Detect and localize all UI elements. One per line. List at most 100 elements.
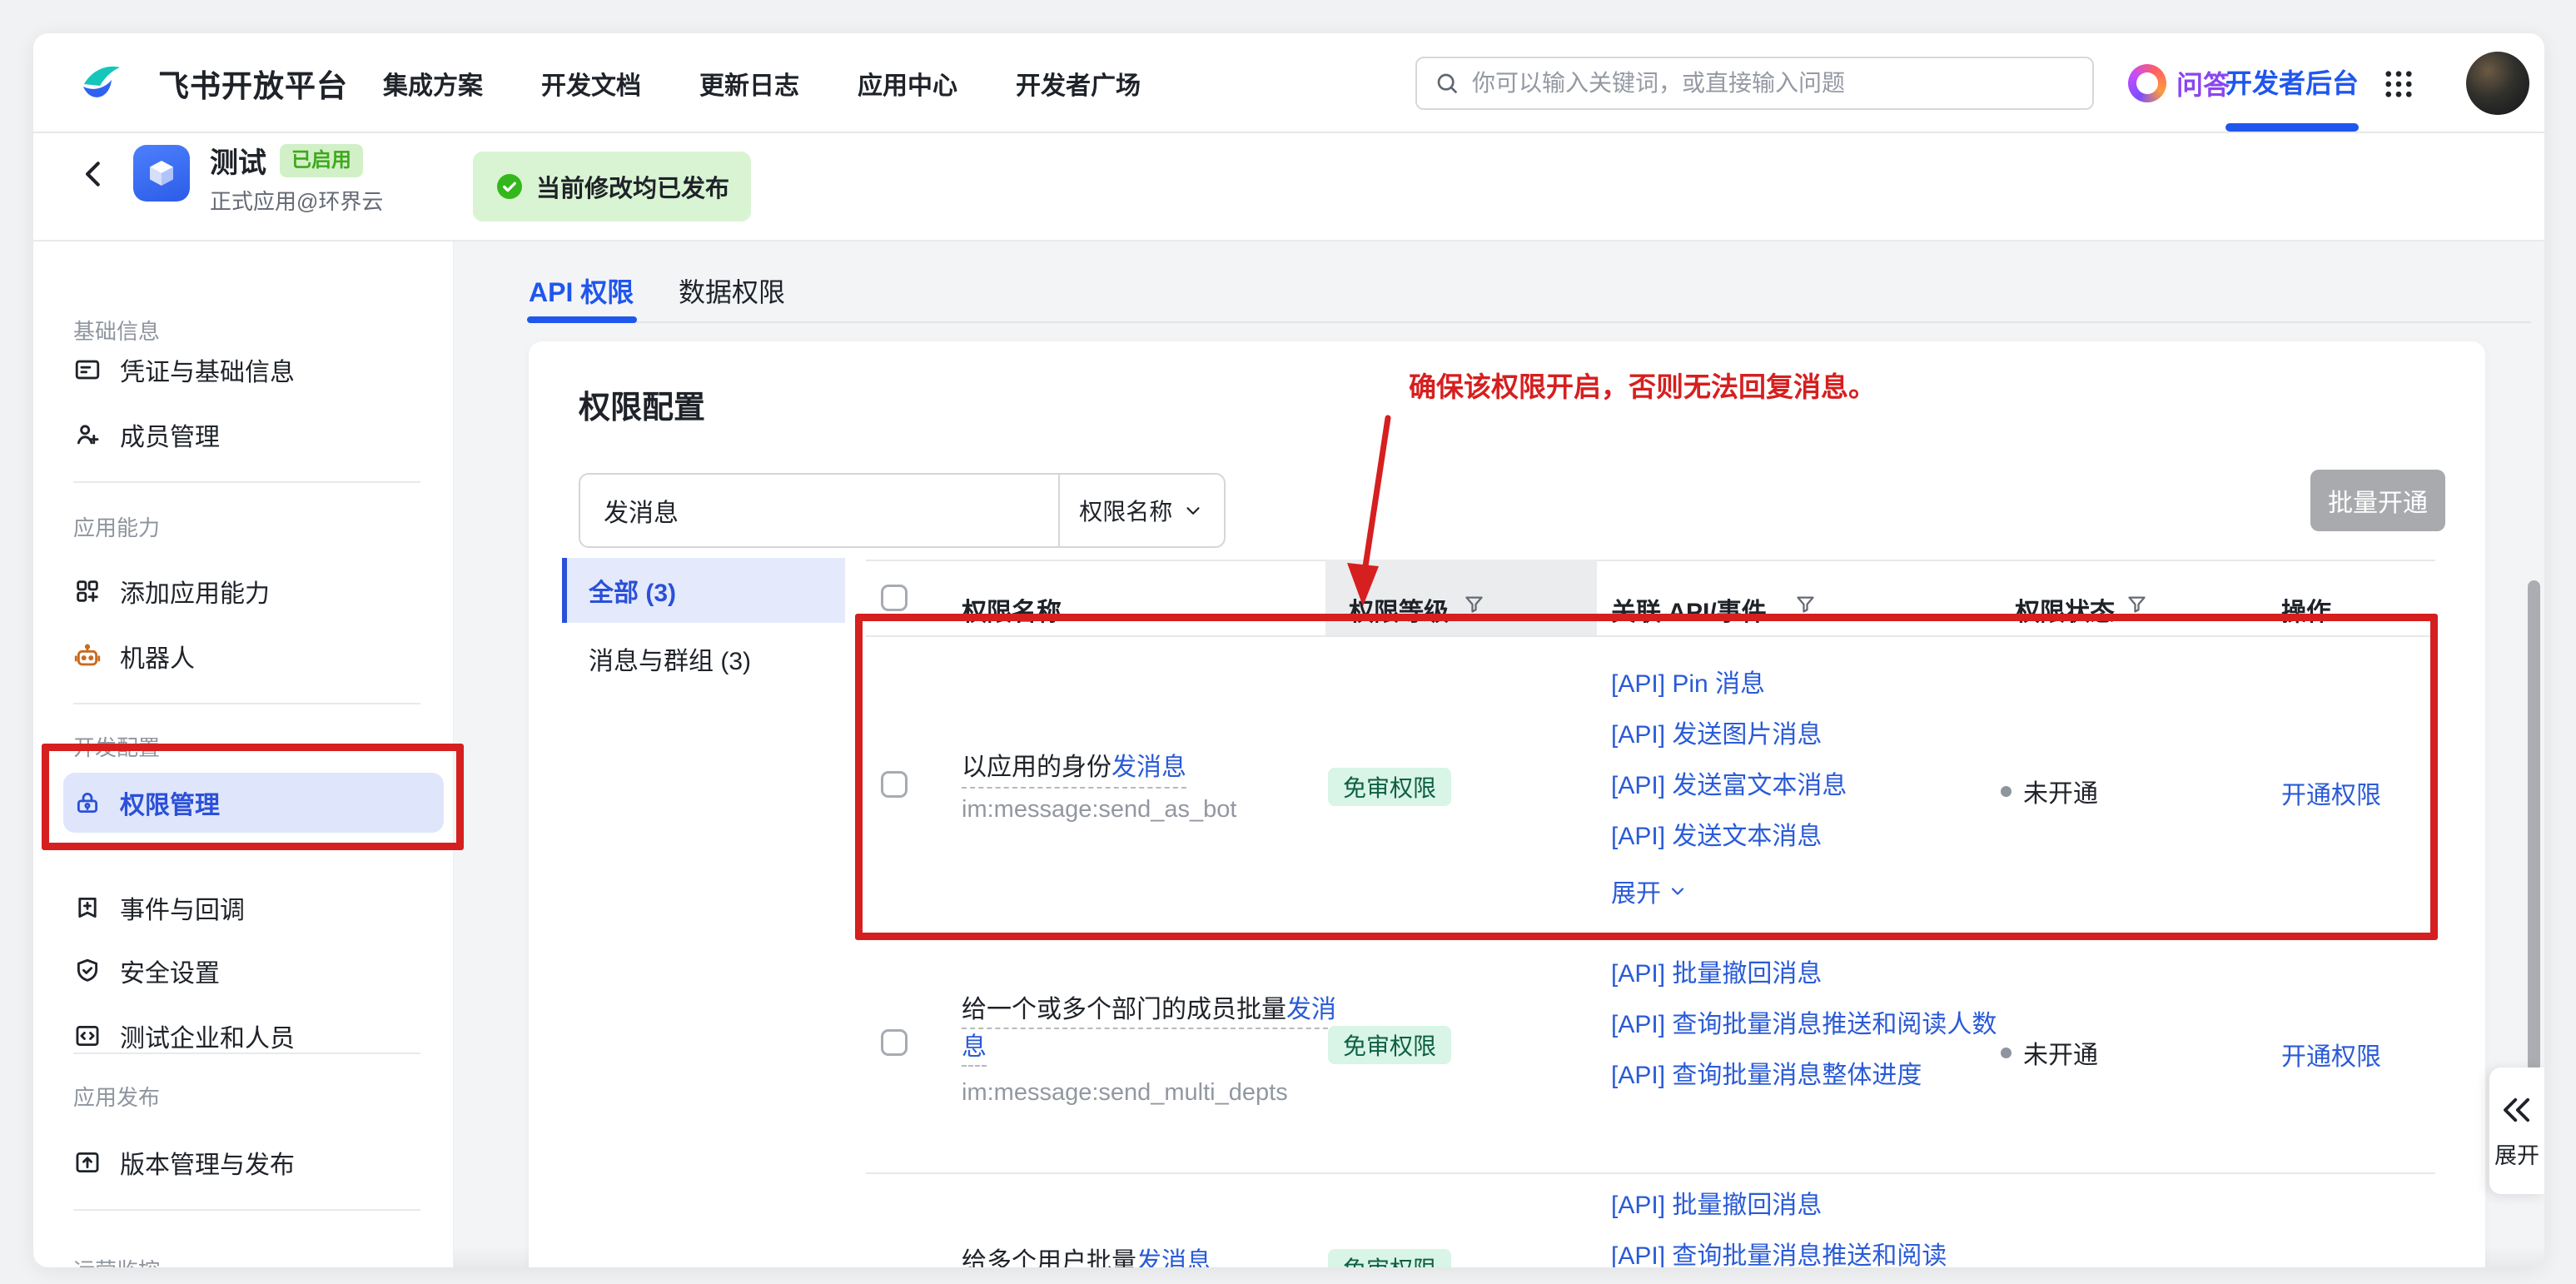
feishu-logo-icon[interactable] (77, 59, 125, 107)
sidebar: 基础信息 凭证与基础信息 成员管理 应用能力 添加应用能力 机器人 开发配置 权… (33, 241, 454, 1267)
permission-search-input[interactable] (580, 475, 1058, 546)
filter-icon[interactable] (1463, 593, 1485, 615)
table-top-border (866, 560, 2435, 561)
tab-api-permissions[interactable]: API 权限 (529, 271, 634, 310)
level-badge: 免审权限 (1328, 768, 1451, 806)
sidebar-item-version[interactable]: 版本管理与发布 (73, 1132, 295, 1192)
app-name: 测试 (210, 140, 266, 181)
code-brackets-icon (73, 1022, 102, 1050)
sidebar-item-label: 事件与回调 (120, 889, 245, 926)
expander-label: 展开 (2494, 1137, 2539, 1170)
expand-apis-link[interactable]: 展开 (1611, 873, 1688, 909)
permission-search: 权限名称 (579, 473, 1226, 548)
search-icon (1434, 70, 1460, 97)
permission-name-link[interactable]: 发消息 (1136, 1248, 1211, 1267)
sidebar-item-permissions[interactable]: 权限管理 (73, 773, 220, 833)
nav-link-docs[interactable]: 开发文档 (541, 65, 641, 102)
api-link[interactable]: [API] 发送图片消息 (1611, 719, 2002, 752)
permission-name-text: 以应用的身份 (962, 754, 1111, 781)
api-link[interactable]: [API] 批量撤回消息 (1611, 958, 2002, 991)
apps-grid-icon[interactable] (2381, 67, 2416, 102)
qa-gradient-icon[interactable] (2128, 64, 2166, 102)
sidebar-item-events[interactable]: 事件与回调 (73, 878, 245, 938)
row-divider (866, 1172, 2435, 1174)
row-divider (866, 933, 2435, 934)
filter-type-label: 权限名称 (1079, 494, 1172, 527)
api-link[interactable]: [API] 查询批量消息整体进度 (1611, 1059, 2002, 1092)
api-link-list: [API] 批量撤回消息 [API] 查询批量消息推送和阅读 (1611, 1189, 2002, 1267)
row-checkbox[interactable] (881, 771, 908, 798)
qa-link[interactable]: 问答 (2176, 33, 2230, 133)
row-checkbox[interactable] (881, 1029, 908, 1056)
sidebar-item-add-capability[interactable]: 添加应用能力 (73, 561, 270, 621)
sidebar-item-credentials[interactable]: 凭证与基础信息 (73, 340, 295, 400)
sidebar-item-label: 机器人 (120, 638, 195, 674)
col-header-name: 权限名称 (962, 591, 1062, 628)
back-icon[interactable] (78, 158, 110, 190)
enable-permission-link[interactable]: 开通权限 (2281, 1036, 2381, 1072)
enable-permission-link[interactable]: 开通权限 (2281, 774, 2381, 811)
annotation-text: 确保该权限开启，否则无法回复消息。 (1409, 365, 1876, 405)
api-link[interactable]: [API] 查询批量消息推送和阅读 (1611, 1240, 2002, 1267)
select-all-checkbox[interactable] (881, 585, 908, 611)
status-text: 未开通 (2023, 1034, 2098, 1071)
tab-data-permissions[interactable]: 数据权限 (679, 271, 785, 310)
col-header-apis: 关联 API/事件 (1611, 591, 1767, 628)
api-link[interactable]: [API] 发送文本消息 (1611, 820, 2002, 854)
developer-console-link[interactable]: 开发者后台 (2225, 33, 2359, 130)
api-link[interactable]: [API] 查询批量消息推送和阅读人数 (1611, 1008, 2002, 1042)
api-link[interactable]: [API] Pin 消息 (1611, 668, 2002, 701)
filter-type-select[interactable]: 权限名称 (1058, 475, 1224, 546)
permission-name-link[interactable]: 发消息 (1111, 754, 1186, 781)
sidebar-item-members[interactable]: 成员管理 (73, 405, 220, 465)
tab-active-underline (527, 316, 637, 323)
permission-name[interactable]: 给多个用户批量发消息 (962, 1248, 1211, 1267)
nav-link-app-center[interactable]: 应用中心 (858, 65, 957, 102)
nav-link-dev-plaza[interactable]: 开发者广场 (1016, 65, 1141, 102)
category-message-group[interactable]: 消息与群组 (3) (562, 626, 845, 691)
publish-banner-text: 当前修改均已发布 (536, 169, 729, 204)
sidebar-item-label: 测试企业和人员 (120, 1018, 295, 1054)
page-title: 权限配置 (579, 381, 705, 427)
divider (73, 1209, 420, 1211)
permission-name[interactable]: 给一个或多个部门的成员批量发消息 (962, 996, 1336, 1067)
sidebar-item-label: 添加应用能力 (120, 573, 270, 610)
category-all[interactable]: 全部 (3) (562, 558, 845, 623)
status-dot-icon (2001, 786, 2012, 797)
permission-name[interactable]: 以应用的身份发消息 (962, 754, 1186, 789)
search-input[interactable] (1472, 70, 2055, 97)
status-cell: 未开通 (2001, 1034, 2098, 1071)
user-avatar[interactable] (2466, 52, 2529, 115)
brand-title[interactable]: 飞书开放平台 (158, 33, 348, 133)
sidebar-item-label: 版本管理与发布 (120, 1144, 295, 1181)
sidebar-section-dev-config: 开发配置 (73, 731, 160, 762)
table-row-name: 给一个或多个部门的成员批量发消息 im:message:send_multi_d… (962, 991, 1336, 1107)
nav-link-changelog[interactable]: 更新日志 (699, 65, 799, 102)
sidebar-item-test-org[interactable]: 测试企业和人员 (73, 1006, 295, 1066)
sidebar-item-security[interactable]: 安全设置 (73, 941, 220, 1001)
category-label: 全部 (3) (589, 572, 676, 609)
sidebar-item-bot[interactable]: 机器人 (73, 626, 195, 686)
api-link-list: [API] Pin 消息 [API] 发送图片消息 [API] 发送富文本消息 … (1611, 668, 2002, 871)
shield-check-icon (73, 957, 102, 985)
permission-config-card: 权限配置 权限名称 批量开通 全部 (3) 消息与群组 (3) 权限名称 权限等… (529, 341, 2485, 1267)
browser-window: 飞书开放平台 集成方案 开发文档 更新日志 应用中心 开发者广场 问答 开发者后… (33, 33, 2544, 1267)
version-upload-icon (73, 1148, 102, 1177)
scrollbar-thumb[interactable] (2528, 580, 2540, 1072)
sidebar-section-capabilities: 应用能力 (73, 511, 160, 542)
lock-icon (73, 789, 102, 817)
nav-link-solutions[interactable]: 集成方案 (383, 65, 483, 102)
filter-icon[interactable] (1794, 593, 1817, 615)
api-link[interactable]: [API] 发送富文本消息 (1611, 769, 2002, 803)
table-header-border (866, 635, 2435, 637)
filter-icon[interactable] (2126, 593, 2148, 615)
permission-name-text: 给一个或多个部门的成员批量 (962, 996, 1286, 1023)
grid-plus-icon (73, 577, 102, 605)
sidebar-item-label: 安全设置 (120, 953, 220, 989)
sidebar-expander-button[interactable]: 展开 (2489, 1068, 2544, 1194)
global-search[interactable] (1415, 57, 2094, 110)
batch-enable-button[interactable]: 批量开通 (2310, 470, 2445, 531)
robot-icon (73, 642, 102, 670)
api-link[interactable]: [API] 批量撤回消息 (1611, 1189, 2002, 1222)
cube-icon (143, 155, 180, 192)
